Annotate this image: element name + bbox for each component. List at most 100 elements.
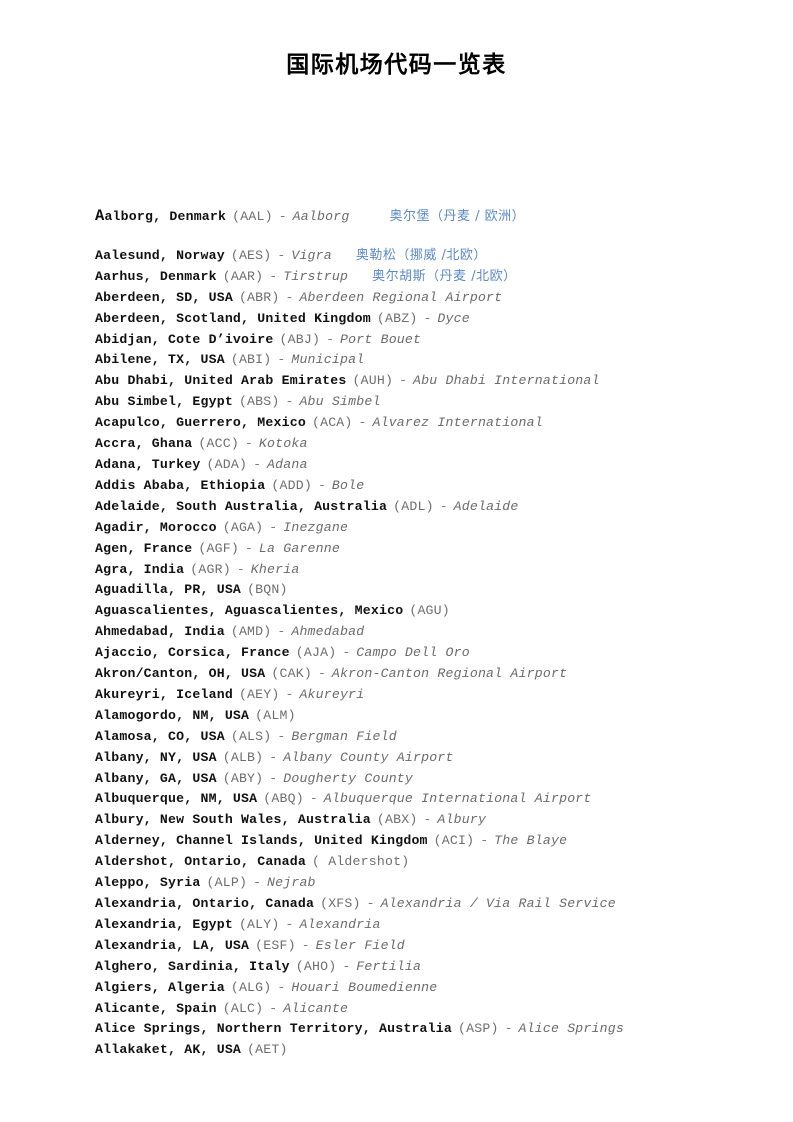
entry-dash: - bbox=[244, 436, 253, 452]
airport-entry: Aarhus, Denmark (AAR) - Tirstrup 奥尔胡斯（丹麦 /北欧… bbox=[95, 267, 755, 288]
entry-airport-name: Abu Simbel bbox=[299, 394, 381, 410]
entry-dash: - bbox=[342, 958, 351, 974]
airport-entry: Algiers, Algeria (ALG) - Houari Boumedienne bbox=[95, 978, 755, 999]
entry-airport-name: Aberdeen Regional Airport bbox=[299, 289, 503, 305]
entry-airport-name: Tirstrup bbox=[283, 268, 349, 284]
airport-entry: Aguascalientes, Aguascalientes, Mexico (A… bbox=[95, 601, 755, 622]
entry-airport-name: Houari Boumedienne bbox=[291, 979, 438, 995]
entry-code: (AEY) bbox=[238, 686, 280, 702]
entry-code: (ALP) bbox=[206, 875, 248, 891]
entry-dash: - bbox=[285, 916, 294, 932]
airport-entry: Aguadilla, PR, USA (BQN) bbox=[95, 580, 755, 601]
entry-code: (ABJ) bbox=[279, 331, 321, 347]
entry-place: Albury, New South Wales, Australia bbox=[95, 812, 371, 828]
airport-entry: Albury, New South Wales, Australia (ABX) -… bbox=[95, 810, 755, 831]
airport-entry: Akureyri, Iceland (AEY) - Akureyri bbox=[95, 685, 755, 706]
entry-airport-name: Albany County Airport bbox=[283, 749, 454, 765]
entry-place: Accra, Ghana bbox=[95, 436, 193, 452]
entry-airport-name: Abu Dhabi International bbox=[413, 373, 600, 389]
entry-place: Alamogordo, NM, USA bbox=[95, 707, 250, 723]
entry-place: Abilene, TX, USA bbox=[95, 352, 225, 368]
entry-airport-name: Alexandria bbox=[299, 916, 381, 932]
entry-place: Aarhus, Denmark bbox=[95, 268, 217, 284]
entry-code: (AGF) bbox=[198, 540, 239, 556]
entry-dash: - bbox=[317, 666, 326, 682]
entry-airport-name: Campo Dell Oro bbox=[356, 645, 470, 661]
entry-airport-name: Albuquerque International Airport bbox=[323, 791, 592, 807]
entry-place: Aalesund, Norway bbox=[95, 247, 225, 263]
entry-airport-name: Vigra bbox=[291, 247, 332, 263]
entry-code: (ASP) bbox=[458, 1021, 499, 1037]
entry-place: Adana, Turkey bbox=[95, 456, 201, 472]
entry-place: Ajaccio, Corsica, France bbox=[95, 645, 290, 661]
entry-airport-name: Municipal bbox=[291, 352, 365, 368]
entry-code: (ALY) bbox=[238, 916, 280, 932]
entry-code: (AGR) bbox=[190, 561, 231, 577]
page-title: 国际机场代码一览表 bbox=[286, 52, 507, 78]
airport-entry: Agen, France (AGF) - La Garenne bbox=[95, 539, 755, 560]
entry-dropcap: A bbox=[95, 207, 105, 225]
entry-code: (AAL) bbox=[232, 209, 273, 224]
airport-entry: Aalesund, Norway (AES) - Vigra 奥勒松（挪威 /北欧） bbox=[95, 246, 755, 267]
entry-airport-name: Adelaide bbox=[453, 498, 519, 514]
entry-code: ( Aldershot) bbox=[311, 854, 410, 870]
entry-airport-name: Adana bbox=[266, 456, 308, 472]
entry-dash: - bbox=[366, 896, 375, 911]
entry-code: (CAK) bbox=[271, 666, 312, 682]
entry-place: Alghero, Sardinia, Italy bbox=[95, 958, 290, 974]
document-page: 国际机场代码一览表 Aalborg, Denmark (AAL) - Aalborg 奥… bbox=[0, 0, 793, 1122]
entry-place: Albany, NY, USA bbox=[95, 749, 217, 765]
entry-code: (ABZ) bbox=[376, 310, 418, 326]
entry-code: (AMD) bbox=[230, 624, 272, 640]
entry-dash: - bbox=[423, 310, 432, 326]
airport-entry: Albuquerque, NM, USA (ABQ) - Albuquerque In… bbox=[95, 789, 755, 810]
airport-entry: Aleppo, Syria (ALP) - Nejrab bbox=[95, 873, 755, 894]
entry-code: (ACI) bbox=[433, 833, 475, 849]
entry-place: Aleppo, Syria bbox=[95, 875, 201, 891]
entry-code: (XFS) bbox=[320, 896, 361, 911]
entry-airport-name: Akron-Canton Regional Airport bbox=[331, 666, 568, 682]
entry-dash: - bbox=[285, 394, 294, 410]
airport-entry: Abilene, TX, USA (ABI) - Municipal bbox=[95, 350, 755, 371]
entry-code: (ADA) bbox=[206, 456, 248, 472]
entry-code: (ESF) bbox=[255, 937, 296, 953]
airport-entry: Akron/Canton, OH, USA (CAK) - Akron-Canton … bbox=[95, 664, 755, 685]
entry-place: Algiers, Algeria bbox=[95, 979, 225, 995]
entry-place: Aguadilla, PR, USA bbox=[95, 582, 242, 598]
entry-place: Ahmedabad, India bbox=[95, 624, 225, 640]
entry-place: Abu Simbel, Egypt bbox=[95, 394, 233, 410]
entry-code: (ALG) bbox=[230, 979, 272, 995]
entry-dash: - bbox=[244, 540, 253, 556]
entry-place: Alexandria, LA, USA bbox=[95, 937, 250, 953]
entry-chinese-name: 奥尔胡斯（丹麦 /北欧） bbox=[372, 268, 517, 284]
entry-code: (AJA) bbox=[295, 645, 337, 661]
airport-entry: Alamosa, CO, USA (ALS) - Bergman Field bbox=[95, 727, 755, 748]
entry-place: Abu Dhabi, United Arab Emirates bbox=[95, 373, 347, 389]
airport-entry: Alghero, Sardinia, Italy (AHO) - Fertilia bbox=[95, 957, 755, 978]
entry-chinese-name: 奥尔堡（丹麦 / 欧洲） bbox=[389, 209, 526, 224]
airport-entry: Albany, NY, USA (ALB) - Albany County Airpo… bbox=[95, 748, 755, 769]
airport-entry: Adana, Turkey (ADA) - Adana bbox=[95, 455, 755, 476]
entry-code: (ACA) bbox=[311, 415, 353, 431]
entry-dash: - bbox=[253, 456, 261, 472]
entry-airport-name: Alicante bbox=[283, 1000, 349, 1016]
entry-code: (ABQ) bbox=[263, 791, 304, 807]
airport-entry: Adelaide, South Australia, Australia (ADL… bbox=[95, 497, 755, 518]
entry-airport-name: Esler Field bbox=[315, 937, 405, 953]
entry-place: Agra, India bbox=[95, 561, 185, 577]
entry-place: Aberdeen, SD, USA bbox=[95, 289, 233, 305]
entry-place: Albuquerque, NM, USA bbox=[95, 791, 258, 807]
entry-place: Albany, GA, USA bbox=[95, 770, 217, 786]
airport-entry: Abu Dhabi, United Arab Emirates (AUH) - Abu… bbox=[95, 371, 755, 392]
entry-airport-name: Alvarez International bbox=[372, 415, 543, 431]
airport-entry: Abidjan, Cote D’ivoire (ABJ) - Port Bouet bbox=[95, 330, 755, 351]
entry-code: (ADL) bbox=[393, 498, 434, 514]
entry-dash: - bbox=[342, 645, 351, 661]
entry-airport-name: Kotoka bbox=[258, 436, 308, 452]
entry-dash: - bbox=[423, 812, 432, 828]
airport-entry: Aalborg, Denmark (AAL) - Aalborg 奥尔堡（丹麦 / 欧洲… bbox=[95, 207, 755, 228]
entry-airport-name: Dyce bbox=[437, 310, 470, 326]
entry-place: Addis Ababa, Ethiopia bbox=[95, 477, 266, 493]
airport-entry: Alexandria, Ontario, Canada (XFS) - Alexand… bbox=[95, 894, 755, 915]
airport-entry: Ahmedabad, India (AMD) - Ahmedabad bbox=[95, 622, 755, 643]
